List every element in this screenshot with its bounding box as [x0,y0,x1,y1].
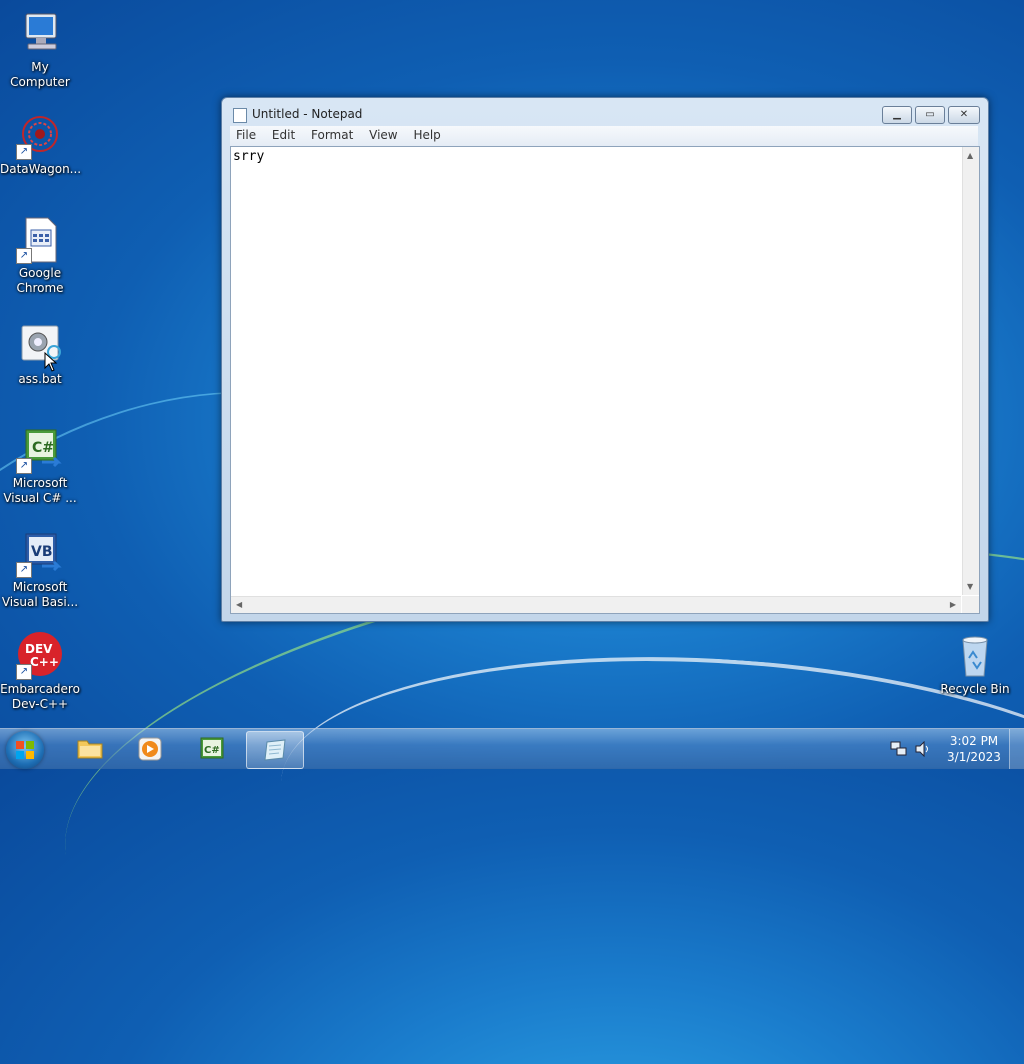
desktop-icon-recycle-bin[interactable]: Recycle Bin [935,632,1015,697]
desktop-icon-label: Microsoft Visual C# ... [3,476,77,505]
vertical-scrollbar[interactable]: ▲ ▼ [962,147,979,595]
windows-logo-icon [16,741,34,759]
datawagon-icon: ↗ [16,112,64,160]
menu-edit[interactable]: Edit [266,126,301,142]
desktop-icon-label: Embarcadero Dev-C++ [0,682,80,711]
minimize-icon: ▁ [893,109,901,120]
close-icon: ✕ [959,109,969,120]
visual-basic-icon: VB ↗ [16,530,64,578]
folder-icon [77,740,103,759]
clock-date: 3/1/2023 [947,750,1001,764]
shortcut-arrow-icon: ↗ [16,664,32,680]
clock-time: 3:02 PM [949,734,999,748]
notepad-icon [264,739,286,761]
show-desktop-button[interactable] [1009,729,1024,769]
taskbar: C# 3:02 PM 3/1/2023 [0,728,1024,769]
desktop-icon-visual-csharp[interactable]: C# ↗ Microsoft Visual C# ... [0,426,80,506]
notepad-window[interactable]: Untitled - Notepad ▁ ▭ ✕ File Edit Forma… [221,97,989,622]
desktop-icon-datawagon[interactable]: ↗ DataWagon... [0,112,82,177]
scroll-left-icon[interactable]: ◀ [236,600,242,609]
title-bar[interactable]: Untitled - Notepad ▁ ▭ ✕ [222,98,988,128]
svg-text:C#: C# [32,440,54,456]
desktop-icon-label: ass.bat [18,372,62,386]
menu-help[interactable]: Help [407,126,446,142]
minimize-button[interactable]: ▁ [882,106,912,124]
editor-content[interactable]: srry [233,149,264,164]
maximize-button[interactable]: ▭ [915,106,945,124]
visual-csharp-icon: C# [200,737,224,759]
media-player-icon [138,737,162,761]
svg-text:DEV: DEV [25,642,53,656]
scroll-down-icon[interactable]: ▼ [967,582,973,591]
dev-cpp-icon: DEV C++ ↗ [16,632,64,680]
shortcut-arrow-icon: ↗ [16,562,32,578]
window-title: Untitled - Notepad [252,107,363,121]
desktop-icon-visual-basic[interactable]: VB ↗ Microsoft Visual Basi... [0,530,80,610]
notepad-icon [233,108,247,123]
start-button[interactable] [6,731,44,769]
desktop-icon-my-computer[interactable]: My Computer [0,10,80,90]
recycle-bin-icon [951,632,999,680]
desktop-icon-label: DataWagon... [0,162,82,176]
chrome-file-icon: ↗ [16,216,64,264]
maximize-icon: ▭ [925,109,935,120]
desktop-icon-dev-cpp[interactable]: DEV C++ ↗ Embarcadero Dev-C++ [0,632,80,712]
desktop-icon-label: Google Chrome [16,266,64,295]
system-clock[interactable]: 3:02 PM 3/1/2023 [940,733,1008,765]
taskbar-item-visual-csharp[interactable]: C# [184,731,240,767]
computer-icon [16,10,64,58]
close-button[interactable]: ✕ [948,106,980,124]
svg-text:VB: VB [31,544,53,560]
menu-format[interactable]: Format [305,126,359,142]
desktop-icon-ass-bat[interactable]: ass.bat [0,322,80,387]
taskbar-item-media-player[interactable] [122,731,178,767]
svg-text:C#: C# [204,745,220,756]
scrollbar-corner [962,596,979,613]
shortcut-arrow-icon: ↗ [16,144,32,160]
shortcut-arrow-icon: ↗ [16,458,32,474]
taskbar-item-explorer[interactable] [62,731,118,767]
scroll-up-icon[interactable]: ▲ [967,151,973,160]
taskbar-item-notepad[interactable] [246,731,304,769]
menu-view[interactable]: View [363,126,403,142]
menu-bar: File Edit Format View Help [230,126,978,146]
shortcut-arrow-icon: ↗ [16,248,32,264]
desktop-icon-google-chrome[interactable]: ↗ Google Chrome [0,216,80,296]
desktop-icon-label: Recycle Bin [940,682,1010,696]
menu-file[interactable]: File [230,126,262,142]
visual-csharp-icon: C# ↗ [16,426,64,474]
network-icon[interactable] [890,741,908,757]
mouse-cursor-icon [44,352,58,372]
text-editor[interactable]: srry ▲ ▼ ◀ ▶ [230,146,980,614]
desktop-icon-label: Microsoft Visual Basi... [1,580,79,609]
scroll-right-icon[interactable]: ▶ [950,600,956,609]
desktop-icon-label: My Computer [10,60,70,89]
volume-icon[interactable] [914,741,932,757]
horizontal-scrollbar[interactable]: ◀ ▶ [231,596,961,613]
svg-text:C++: C++ [30,655,59,669]
